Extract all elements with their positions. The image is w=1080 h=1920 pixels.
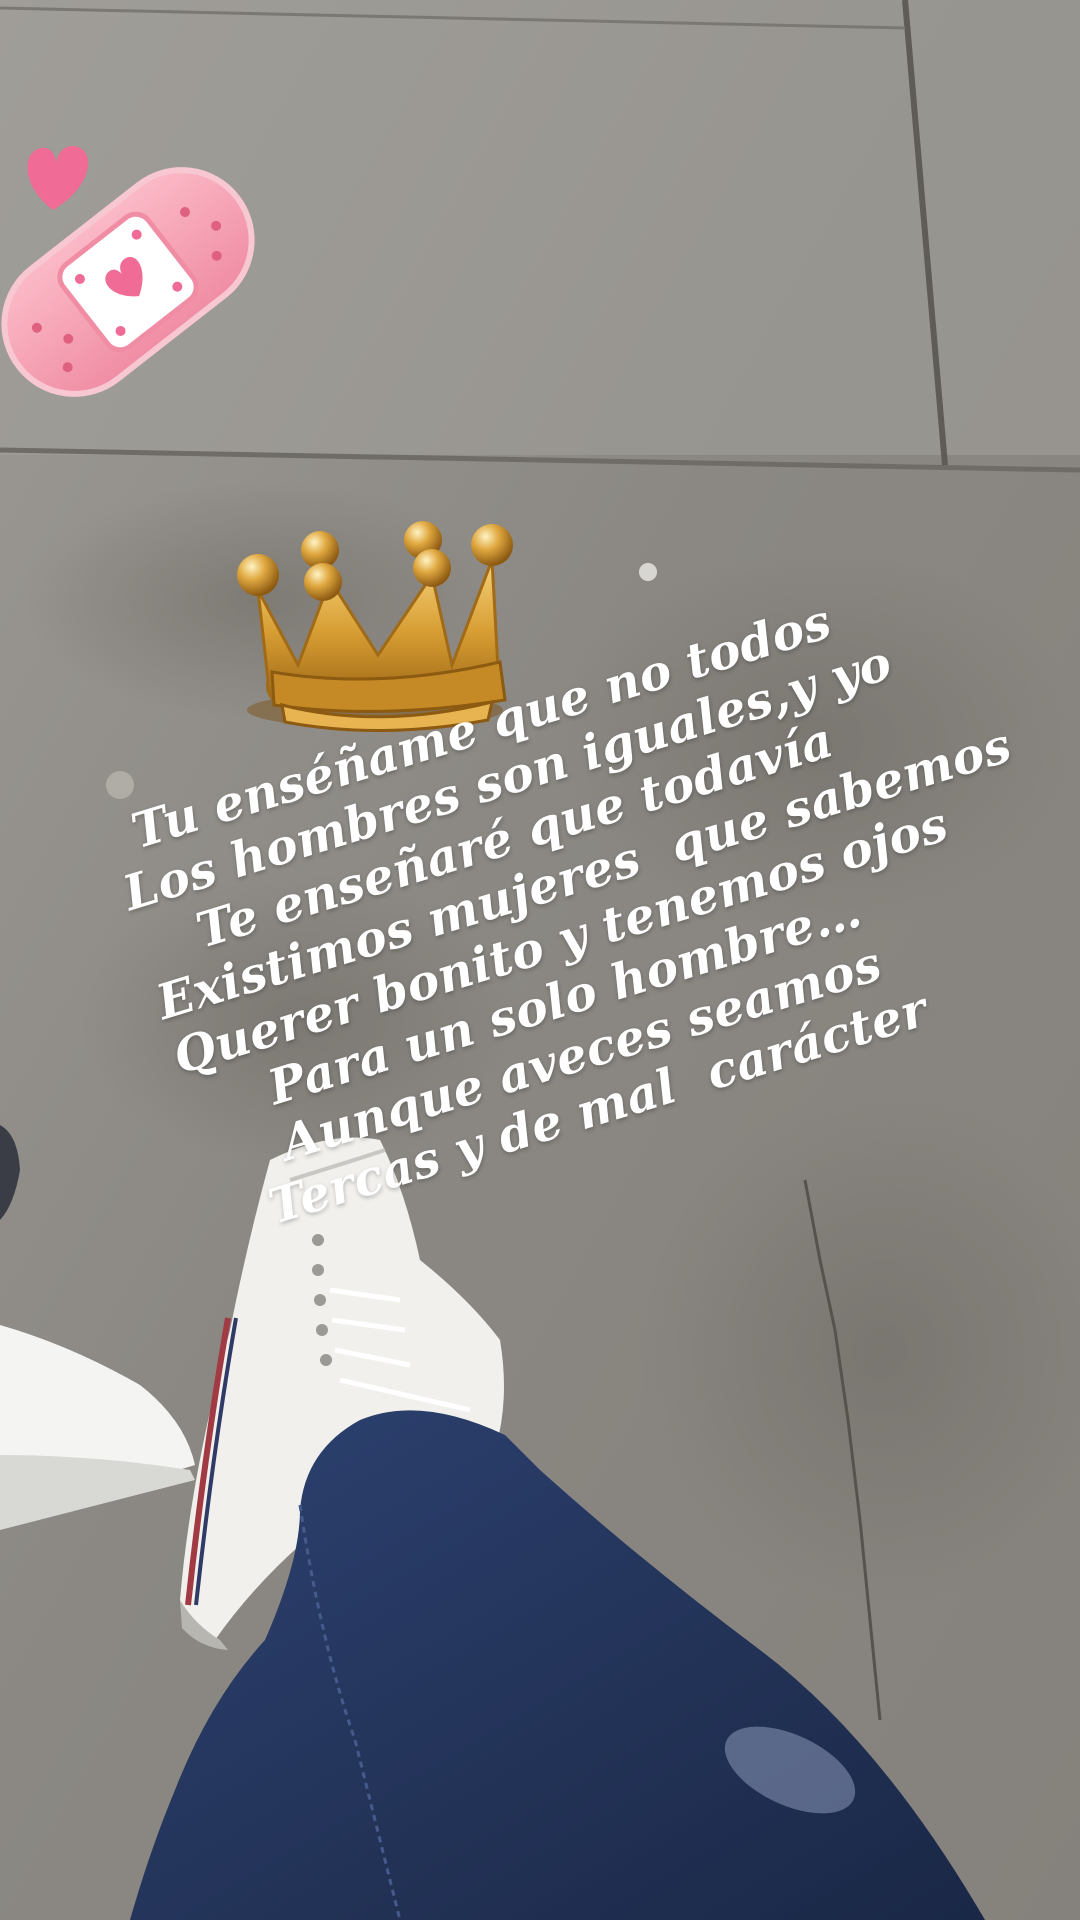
pebble: [106, 771, 134, 799]
pebble: [639, 563, 657, 581]
